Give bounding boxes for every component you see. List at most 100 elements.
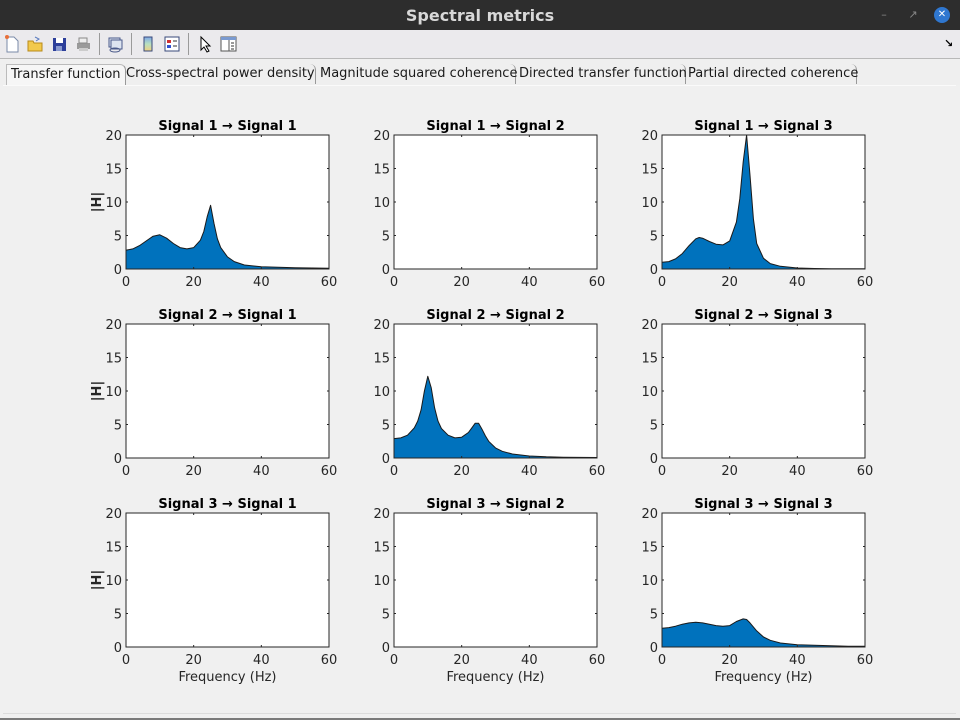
y-tick-label: 10 xyxy=(641,574,658,589)
x-tick-label: 40 xyxy=(253,464,270,479)
x-tick-label: 0 xyxy=(390,653,398,668)
y-tick-label: 5 xyxy=(650,419,658,434)
subplot-title: Signal 3 → Signal 3 xyxy=(694,497,832,512)
y-tick-label: 20 xyxy=(641,129,658,144)
y-tick-label: 20 xyxy=(373,318,390,333)
subplot-title: Signal 1 → Signal 2 xyxy=(426,119,564,134)
x-tick-label: 0 xyxy=(658,275,666,290)
y-tick-label: 10 xyxy=(105,574,122,589)
x-tick-label: 40 xyxy=(789,275,806,290)
y-tick-label: 15 xyxy=(373,163,390,178)
axes-background xyxy=(394,135,597,269)
x-tick-label: 60 xyxy=(321,464,338,479)
y-tick-label: 15 xyxy=(105,541,122,556)
y-tick-label: 0 xyxy=(114,263,122,278)
x-tick-label: 0 xyxy=(390,464,398,479)
y-tick-label: 10 xyxy=(641,196,658,211)
x-axis-label: Frequency (Hz) xyxy=(714,670,812,685)
x-axis-label: Frequency (Hz) xyxy=(178,670,276,685)
x-tick-label: 40 xyxy=(253,275,270,290)
x-tick-label: 20 xyxy=(721,275,738,290)
y-tick-label: 5 xyxy=(650,230,658,245)
y-tick-label: 0 xyxy=(650,641,658,656)
y-tick-label: 15 xyxy=(373,541,390,556)
y-tick-label: 0 xyxy=(114,452,122,467)
y-tick-label: 5 xyxy=(114,230,122,245)
plot-grid: 0 20 40 60 0 5 10 15 20 Signal 1 → Signal 1 |H| 0 20… xyxy=(90,119,874,685)
y-tick-label: 0 xyxy=(382,452,390,467)
x-tick-label: 20 xyxy=(453,275,470,290)
y-tick-label: 20 xyxy=(105,507,122,522)
axes-background xyxy=(126,324,329,458)
axes-background xyxy=(126,513,329,647)
x-tick-label: 60 xyxy=(589,464,606,479)
y-tick-label: 10 xyxy=(373,196,390,211)
y-tick-label: 5 xyxy=(114,608,122,623)
y-tick-label: 15 xyxy=(641,541,658,556)
x-tick-label: 60 xyxy=(321,653,338,668)
x-tick-label: 60 xyxy=(589,653,606,668)
y-tick-label: 20 xyxy=(105,129,122,144)
y-tick-label: 15 xyxy=(105,352,122,367)
x-tick-label: 40 xyxy=(521,464,538,479)
y-tick-label: 5 xyxy=(114,419,122,434)
y-tick-label: 10 xyxy=(105,385,122,400)
x-tick-label: 40 xyxy=(789,464,806,479)
y-tick-label: 10 xyxy=(641,385,658,400)
x-tick-label: 40 xyxy=(789,653,806,668)
x-tick-label: 60 xyxy=(857,653,874,668)
x-tick-label: 0 xyxy=(122,464,130,479)
x-tick-label: 20 xyxy=(721,653,738,668)
y-tick-label: 20 xyxy=(373,129,390,144)
y-tick-label: 20 xyxy=(373,507,390,522)
y-axis-label: |H| xyxy=(90,381,105,401)
y-tick-label: 0 xyxy=(382,263,390,278)
y-tick-label: 0 xyxy=(650,263,658,278)
y-tick-label: 0 xyxy=(382,641,390,656)
y-tick-label: 15 xyxy=(105,163,122,178)
subplot-title: Signal 3 → Signal 1 xyxy=(158,497,296,512)
x-tick-label: 60 xyxy=(857,275,874,290)
x-tick-label: 0 xyxy=(122,653,130,668)
x-tick-label: 60 xyxy=(321,275,338,290)
x-tick-label: 20 xyxy=(721,464,738,479)
x-tick-label: 0 xyxy=(122,275,130,290)
y-axis-label: |H| xyxy=(90,192,105,212)
x-axis-label: Frequency (Hz) xyxy=(446,670,544,685)
x-tick-label: 40 xyxy=(521,653,538,668)
x-tick-label: 40 xyxy=(521,275,538,290)
subplot-title: Signal 2 → Signal 2 xyxy=(426,308,564,323)
y-tick-label: 10 xyxy=(105,196,122,211)
y-tick-label: 15 xyxy=(373,352,390,367)
x-tick-label: 60 xyxy=(857,464,874,479)
x-tick-label: 20 xyxy=(185,275,202,290)
x-tick-label: 20 xyxy=(453,464,470,479)
subplot-title: Signal 3 → Signal 2 xyxy=(426,497,564,512)
x-tick-label: 60 xyxy=(589,275,606,290)
axes-background xyxy=(662,324,865,458)
x-tick-label: 20 xyxy=(453,653,470,668)
subplot-title: Signal 2 → Signal 3 xyxy=(694,308,832,323)
subplot-title: Signal 1 → Signal 1 xyxy=(158,119,296,134)
y-tick-label: 0 xyxy=(114,641,122,656)
y-tick-label: 10 xyxy=(373,574,390,589)
y-tick-label: 5 xyxy=(382,419,390,434)
y-tick-label: 20 xyxy=(641,318,658,333)
x-tick-label: 40 xyxy=(253,653,270,668)
y-tick-label: 5 xyxy=(382,230,390,245)
x-tick-label: 0 xyxy=(390,275,398,290)
y-axis-label: |H| xyxy=(90,570,105,590)
y-tick-label: 20 xyxy=(105,318,122,333)
x-tick-label: 0 xyxy=(658,653,666,668)
y-tick-label: 0 xyxy=(650,452,658,467)
y-tick-label: 15 xyxy=(641,352,658,367)
x-tick-label: 0 xyxy=(658,464,666,479)
x-tick-label: 20 xyxy=(185,653,202,668)
y-tick-label: 5 xyxy=(382,608,390,623)
axes-background xyxy=(394,513,597,647)
subplot-title: Signal 2 → Signal 1 xyxy=(158,308,296,323)
y-tick-label: 10 xyxy=(373,385,390,400)
subplot-title: Signal 1 → Signal 3 xyxy=(694,119,832,134)
y-tick-label: 20 xyxy=(641,507,658,522)
x-tick-label: 20 xyxy=(185,464,202,479)
